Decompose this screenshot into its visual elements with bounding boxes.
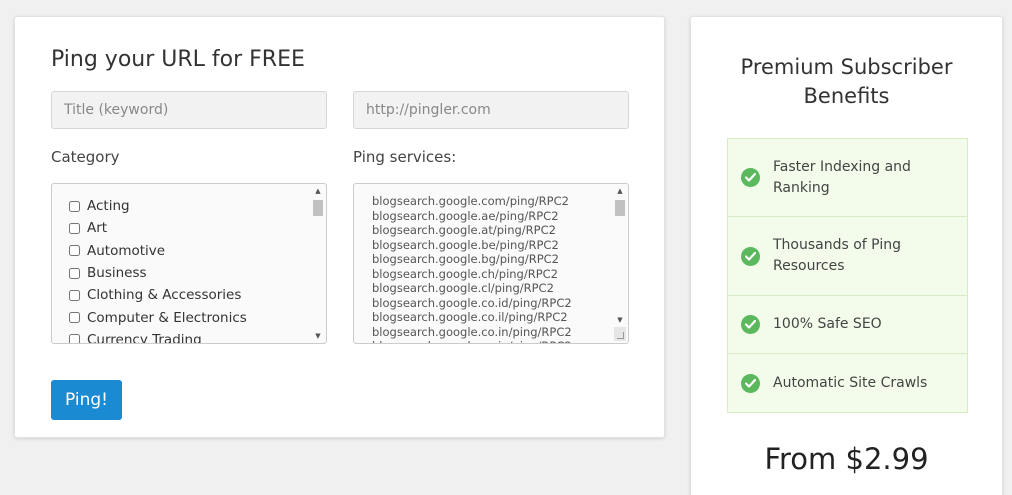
benefit-item: Thousands of Ping Resources [728,217,967,296]
premium-benefits-card: Premium Subscriber Benefits Faster Index… [690,16,1003,495]
category-item[interactable]: Automotive [69,240,247,262]
ping-service-line: blogsearch.google.be/ping/RPC2 [372,237,559,252]
category-checkbox[interactable] [69,222,80,234]
check-circle-icon [741,246,760,266]
premium-title: Premium Subscriber Benefits [740,55,953,108]
scroll-down-arrow-icon[interactable]: ▼ [614,315,626,325]
ping-services-scrollbar[interactable]: ▲ ▼ [614,186,626,325]
benefit-text: Automatic Site Crawls [773,374,928,391]
category-label: Automotive [87,242,166,259]
category-checkbox[interactable] [69,245,80,257]
ping-service-line: blogsearch.google.ae/ping/RPC2 [372,208,559,223]
category-scrollbar[interactable]: ▲ ▼ [312,186,324,341]
check-circle-icon [741,168,760,187]
category-item[interactable]: Acting [69,195,247,217]
category-label: Currency Trading [87,331,202,344]
ping-form-card: Ping your URL for FREE Category Ping ser… [14,16,665,438]
ping-service-line: blogsearch.google.bg/ping/RPC2 [372,252,559,266]
ping-service-line: blogsearch.google.co.in/ping/RPC2 [372,324,572,339]
ping-services-textarea[interactable]: blogsearch.google.com/ping/RPC2 blogsearc… [353,183,629,344]
form-title: Ping your URL for FREE [51,47,305,72]
benefit-item: Faster Indexing and Ranking [728,139,967,217]
benefits-list: Faster Indexing and Ranking Thousands of … [727,138,968,413]
ping-service-line: blogsearch.google.cl/ping/RPC2 [372,281,554,295]
price-label: From $2.99 [764,442,929,476]
scroll-thumb[interactable] [615,200,625,216]
ping-service-line: blogsearch.google.com/ping/RPC2 [372,194,569,208]
category-checkbox[interactable] [69,312,80,324]
ping-services-label: Ping services: [353,148,457,166]
category-checkbox[interactable] [69,267,80,279]
ping-button[interactable]: Ping! [51,380,122,420]
scroll-thumb[interactable] [313,200,323,216]
category-label: Art [87,220,108,237]
ping-service-line: blogsearch.google.co.il/ping/RPC2 [372,310,568,324]
ping-service-line: blogsearch.google.at/ping/RPC2 [372,223,556,237]
scroll-down-arrow-icon[interactable]: ▼ [312,331,324,341]
category-item[interactable]: Computer & Electronics [69,306,247,328]
check-circle-icon [741,373,760,393]
category-label: Acting [87,198,130,215]
ping-service-line: blogsearch.google.co.jp/ping/RPC2 [372,339,572,343]
benefit-text: Thousands of Ping Resources [773,237,901,274]
category-item[interactable]: Business [69,262,247,284]
url-input[interactable] [353,91,629,129]
category-checkbox[interactable] [69,289,80,301]
scroll-up-arrow-icon[interactable]: ▲ [312,186,324,196]
category-listbox[interactable]: Acting Art Automotive Business Clothing & Ac… [51,183,327,344]
category-checkbox[interactable] [69,200,80,212]
benefit-text: 100% Safe SEO [773,316,882,332]
category-label: Computer & Electronics [87,309,247,326]
category-checkbox[interactable] [69,334,80,343]
resize-grip-icon[interactable] [614,327,626,341]
benefit-item: Automatic Site Crawls [728,354,967,412]
benefit-text: Faster Indexing and Ranking [773,158,911,196]
ping-services-list: blogsearch.google.com/ping/RPC2 blogsearc… [372,194,572,343]
scroll-up-arrow-icon[interactable]: ▲ [614,186,626,196]
benefit-item: 100% Safe SEO [728,296,967,354]
category-item[interactable]: Art [69,217,247,239]
category-item[interactable]: Currency Trading [69,329,247,344]
category-label: Clothing & Accessories [87,287,242,304]
ping-service-line: blogsearch.google.co.id/ping/RPC2 [372,295,572,310]
category-label: Business [87,265,147,282]
title-keyword-input[interactable] [51,91,327,129]
ping-service-line: blogsearch.google.ch/ping/RPC2 [372,266,558,281]
category-list: Acting Art Automotive Business Clothing & Ac… [69,195,247,344]
category-label: Category [51,148,120,166]
category-item[interactable]: Clothing & Accessories [69,284,247,306]
check-circle-icon [741,315,760,334]
